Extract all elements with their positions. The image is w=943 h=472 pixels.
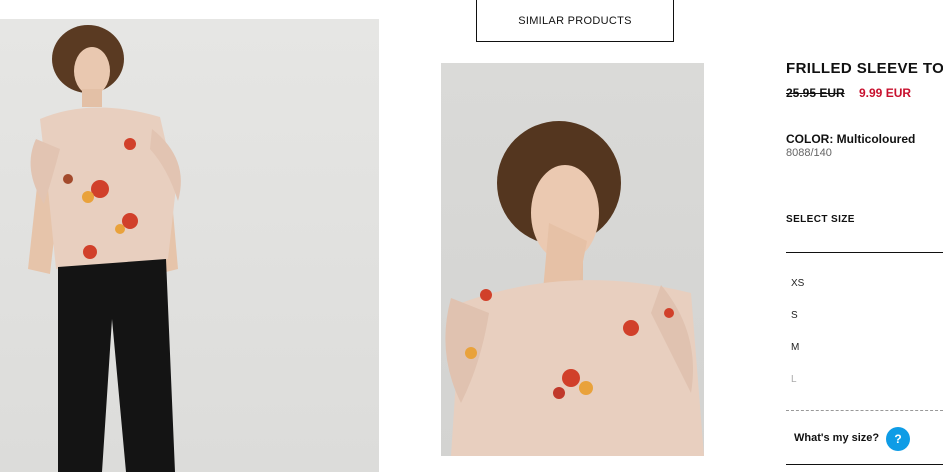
original-price: 25.95 EUR — [786, 86, 845, 100]
product-image-main[interactable] — [0, 19, 379, 472]
sale-price: 9.99 EUR — [859, 86, 912, 100]
product-title: FRILLED SLEEVE TOP — [786, 60, 943, 77]
color-label: COLOR: — [786, 132, 834, 146]
question-icon[interactable]: ? — [886, 427, 910, 451]
product-image-secondary[interactable] — [441, 63, 704, 456]
size-option-m[interactable]: M — [791, 342, 799, 353]
size-option-s[interactable]: S — [791, 310, 798, 321]
size-option-xs[interactable]: XS — [791, 278, 804, 289]
product-reference: 8088/140 — [786, 147, 832, 159]
similar-products-label: SIMILAR PRODUCTS — [518, 14, 632, 27]
divider — [786, 252, 943, 253]
bottom-divider — [786, 464, 943, 465]
color-value: Multicoloured — [836, 132, 916, 146]
color-info: COLOR: Multicoloured — [786, 132, 915, 146]
whats-my-size-link[interactable]: What's my size? — [794, 432, 879, 444]
similar-products-button[interactable]: SIMILAR PRODUCTS — [476, 0, 674, 42]
select-size-label: SELECT SIZE — [786, 214, 855, 225]
size-option-l[interactable]: L — [791, 374, 797, 385]
dashed-divider — [786, 410, 943, 411]
